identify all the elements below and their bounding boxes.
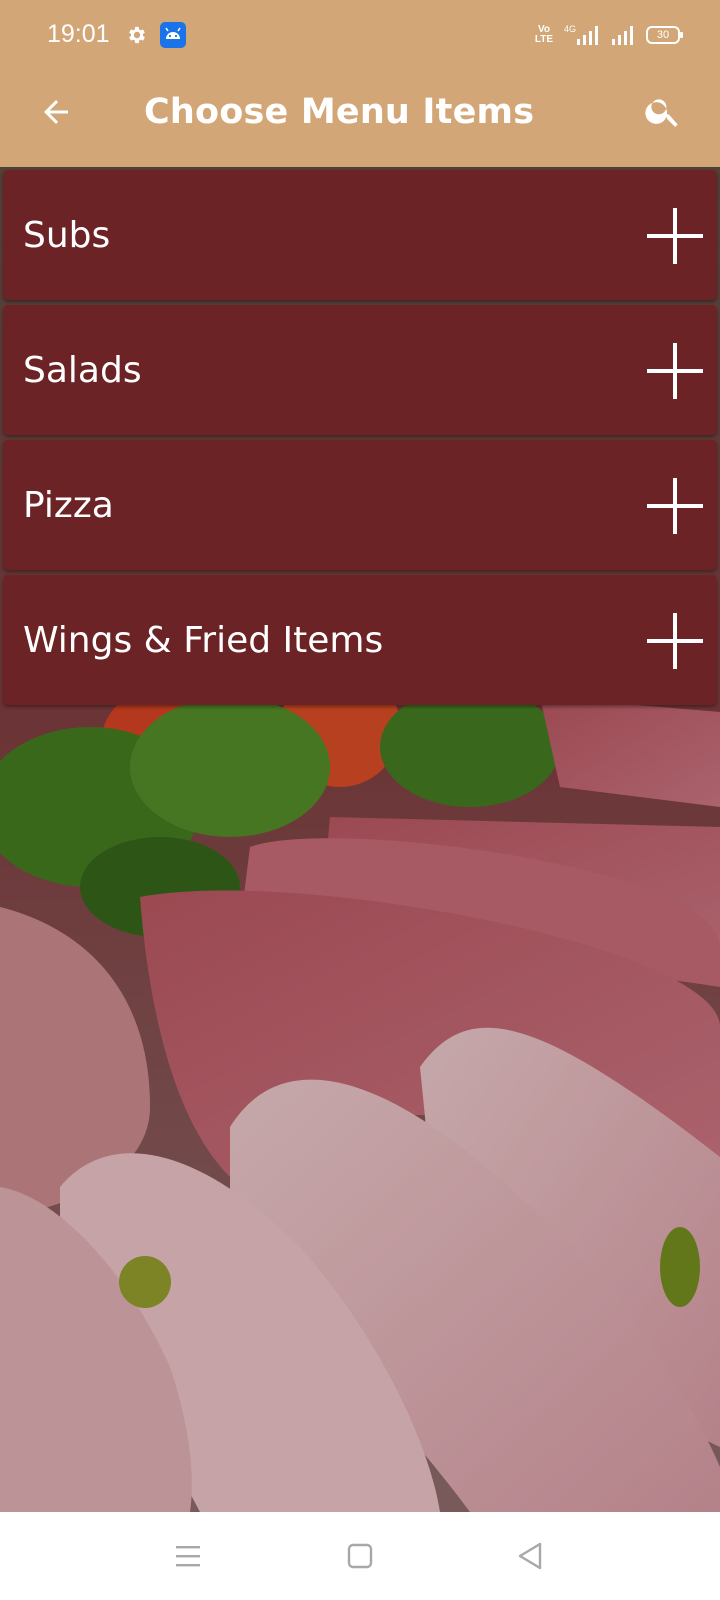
back-button[interactable] bbox=[32, 88, 80, 136]
menu-category-pizza[interactable]: Pizza bbox=[3, 440, 717, 570]
plus-icon[interactable] bbox=[647, 613, 703, 669]
menu-category-label: Pizza bbox=[23, 485, 114, 526]
back-triangle-icon bbox=[518, 1542, 542, 1570]
gear-icon bbox=[129, 26, 145, 44]
volte-bottom-text: LTE bbox=[534, 34, 554, 45]
volte-icon: Vo LTE bbox=[532, 25, 556, 45]
search-icon bbox=[645, 99, 678, 127]
signal-icon bbox=[612, 26, 633, 45]
plus-icon[interactable] bbox=[647, 343, 703, 399]
menu-category-label: Wings & Fried Items bbox=[23, 620, 384, 661]
signal-icon: 4G bbox=[564, 24, 598, 45]
status-indicators: Vo LTE 4G 30 bbox=[532, 22, 683, 48]
status-bar: 19:01 Vo LTE 4G 30 bbox=[0, 0, 720, 70]
system-nav-bar bbox=[0, 1512, 720, 1600]
menu-category-label: Subs bbox=[23, 215, 111, 256]
battery-icon: 30 bbox=[646, 26, 683, 44]
menu-category-label: Salads bbox=[23, 350, 142, 391]
arrow-left-icon bbox=[44, 100, 68, 124]
home-square-icon bbox=[347, 1543, 373, 1569]
battery-level: 30 bbox=[656, 29, 670, 41]
search-button[interactable] bbox=[638, 86, 688, 136]
home-button[interactable] bbox=[336, 1532, 384, 1580]
plus-icon[interactable] bbox=[647, 478, 703, 534]
plus-icon[interactable] bbox=[647, 208, 703, 264]
menu-category-subs[interactable]: Subs bbox=[3, 170, 717, 300]
svg-text:4G: 4G bbox=[564, 24, 576, 34]
back-nav-button[interactable] bbox=[506, 1532, 554, 1580]
app-bar: Choose Menu Items bbox=[0, 70, 720, 167]
recent-apps-button[interactable] bbox=[164, 1532, 212, 1580]
menu-lines-icon bbox=[176, 1546, 200, 1567]
menu-category-salads[interactable]: Salads bbox=[3, 305, 717, 435]
android-app-icon bbox=[160, 22, 186, 48]
status-time: 19:01 bbox=[47, 20, 110, 48]
top-bar: 19:01 Vo LTE 4G 30 Choose Menu Items bbox=[0, 0, 720, 167]
menu-category-list: Subs Salads Pizza Wings & Fried Items bbox=[3, 170, 719, 710]
page-title: Choose Menu Items bbox=[144, 92, 535, 132]
menu-category-wings-fried-items[interactable]: Wings & Fried Items bbox=[3, 575, 717, 705]
